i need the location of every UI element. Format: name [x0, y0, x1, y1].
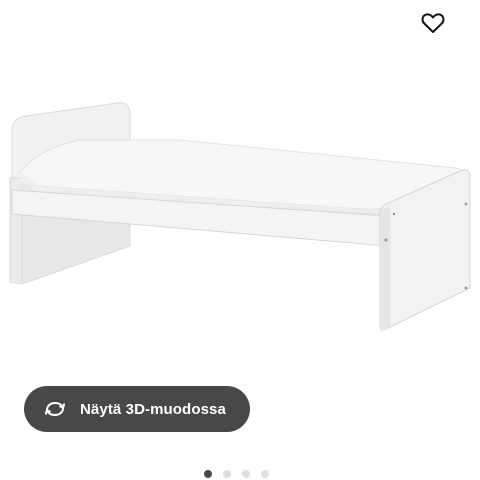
heart-outline-icon: [421, 13, 445, 33]
favourite-button[interactable]: [418, 8, 448, 38]
carousel-indicator: [204, 469, 269, 479]
product-image[interactable]: [0, 0, 480, 370]
carousel-dot-4[interactable]: [261, 470, 269, 478]
product-gallery: Näytä 3D-muodossa: [0, 0, 480, 480]
view-3d-label: Näytä 3D-muodossa: [80, 400, 226, 418]
rotate-3d-icon: [42, 398, 68, 420]
carousel-dot-1[interactable]: [204, 470, 212, 478]
carousel-dot-3[interactable]: [242, 470, 250, 478]
carousel-dot-2[interactable]: [223, 470, 231, 478]
view-3d-button[interactable]: Näytä 3D-muodossa: [24, 386, 250, 432]
